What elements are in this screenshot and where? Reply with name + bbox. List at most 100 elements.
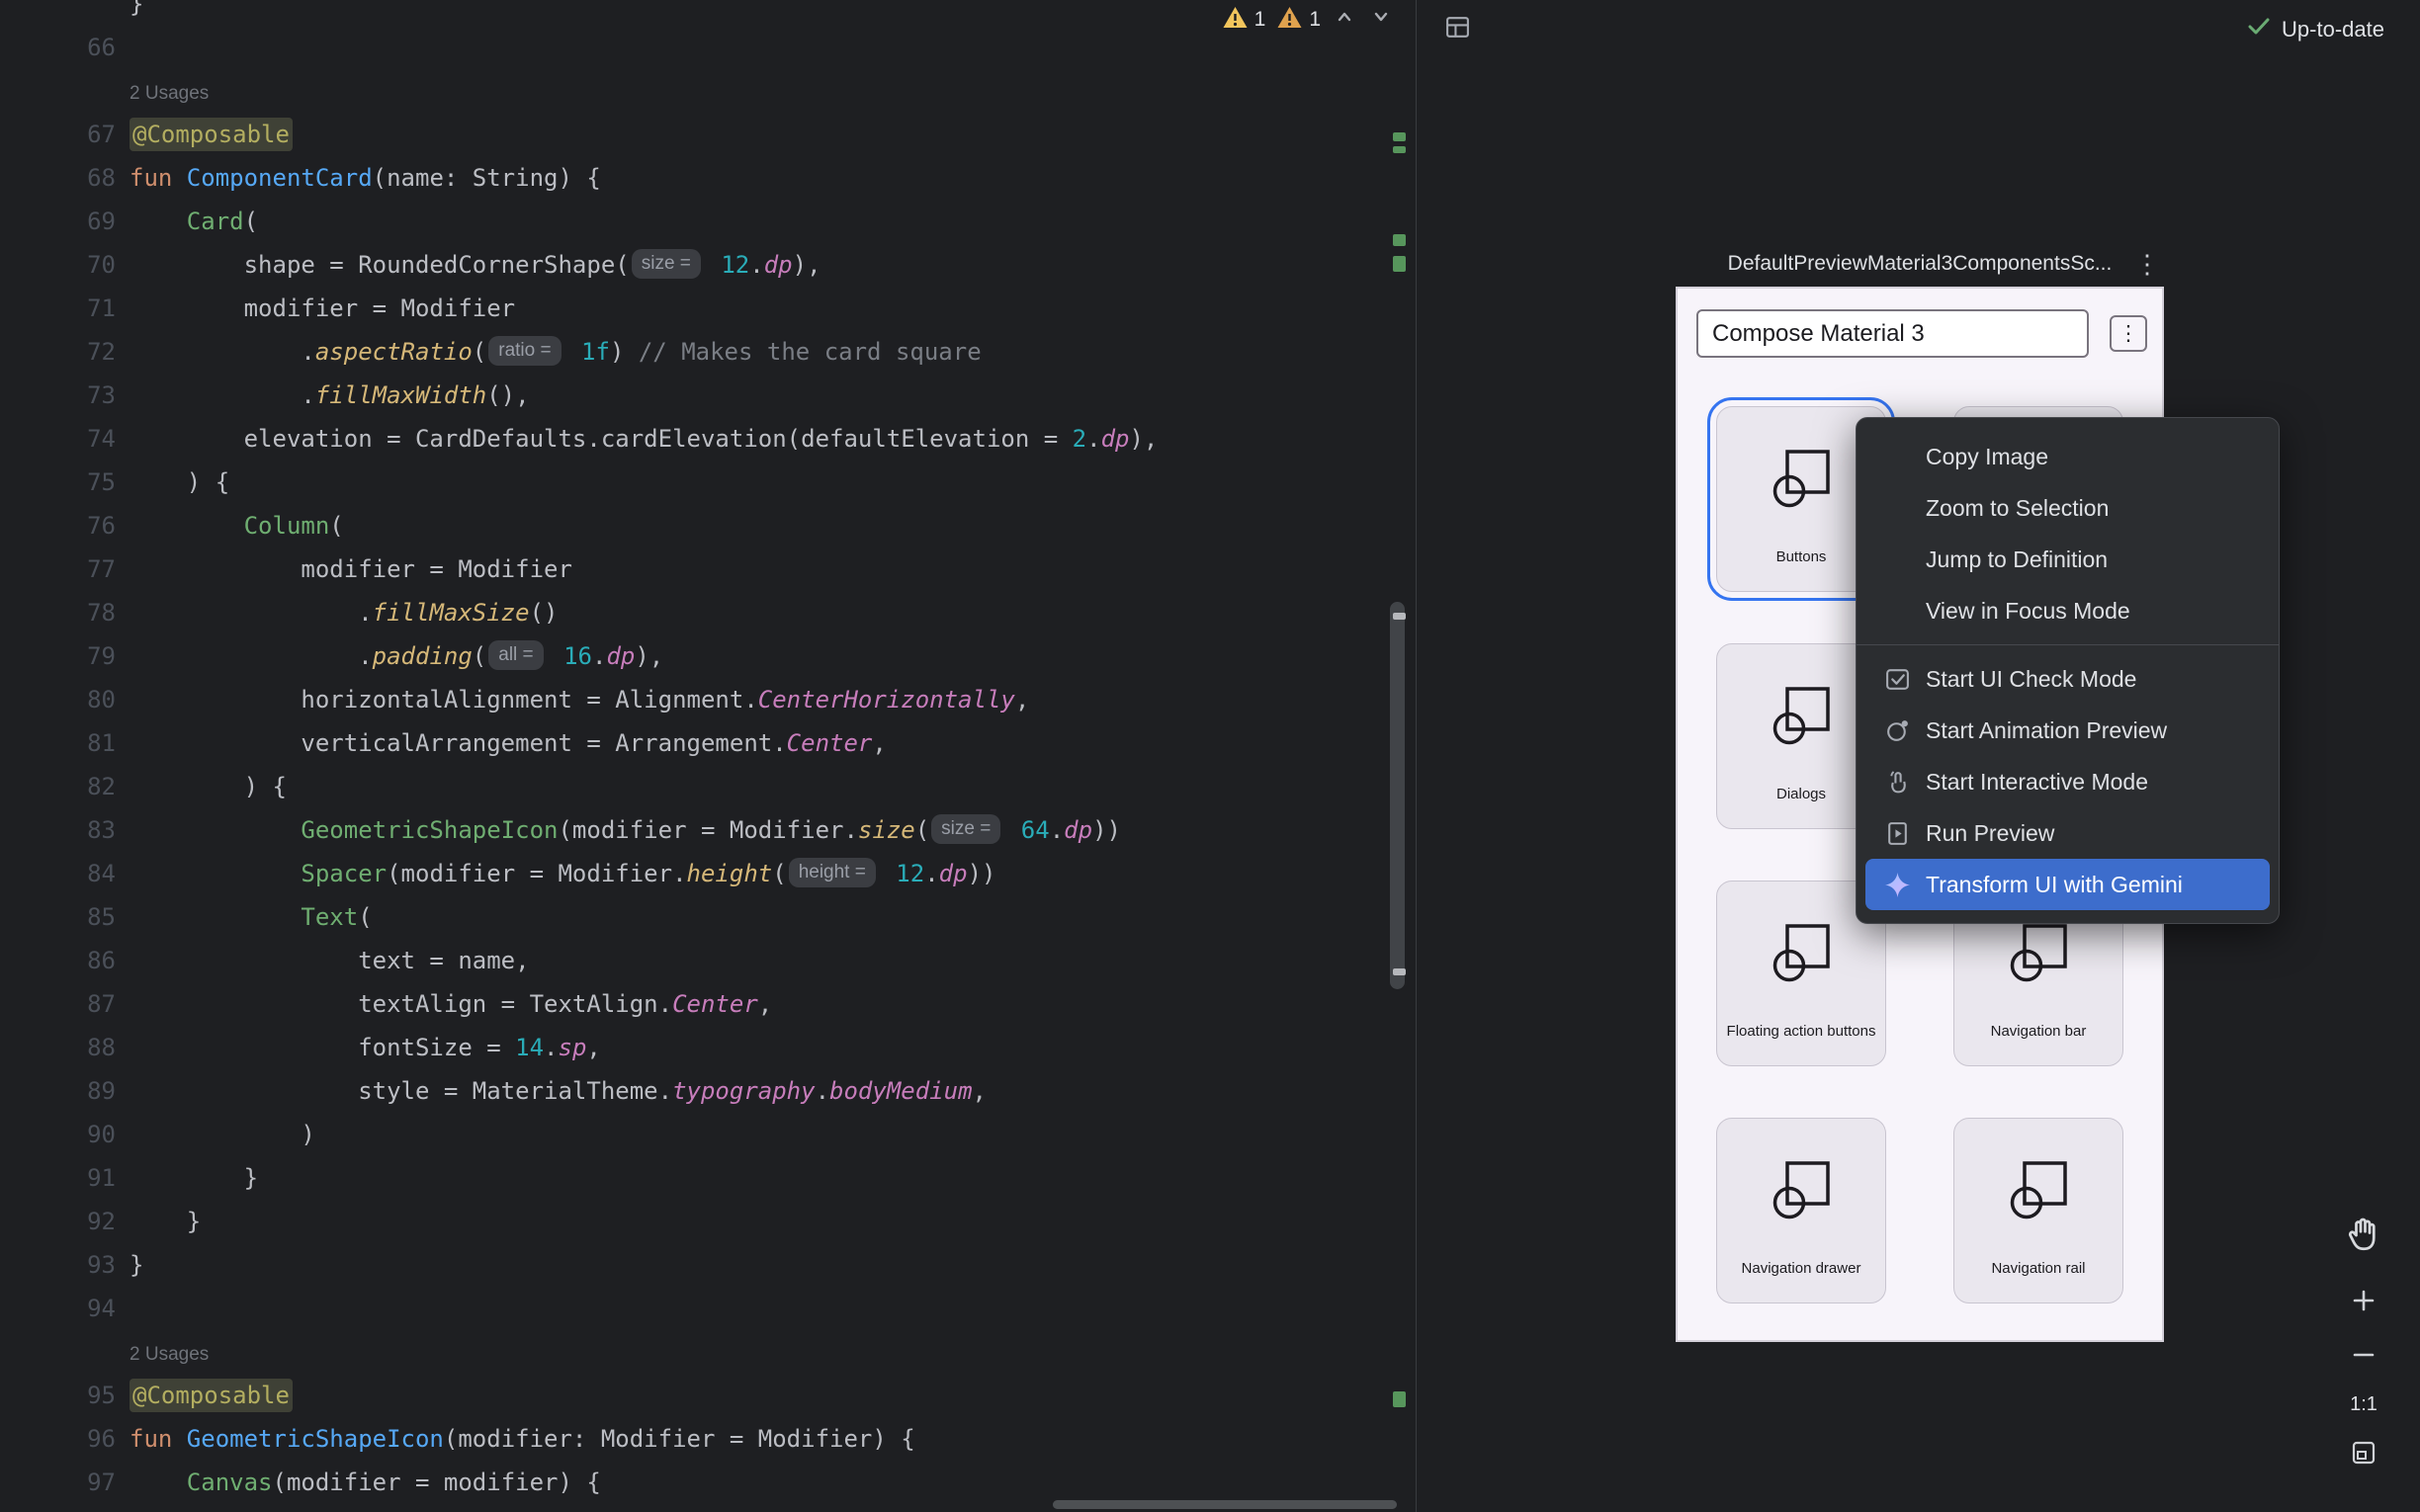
code-token: Canvas — [187, 1469, 273, 1496]
line-number: 81 — [0, 721, 116, 765]
editor-layout-icon[interactable] — [1444, 14, 1471, 45]
pan-hand-icon[interactable] — [2341, 1216, 2386, 1255]
usages-inlay-hint[interactable]: 2 Usages — [130, 1344, 209, 1365]
code-line[interactable]: 66 — [0, 26, 1416, 69]
code-line[interactable]: 89 style = MaterialTheme.typography.body… — [0, 1069, 1416, 1113]
code-line[interactable]: 73 .fillMaxWidth(), — [0, 374, 1416, 417]
editor-vertical-scrollbar[interactable] — [1390, 602, 1405, 989]
line-number: 74 — [0, 417, 116, 461]
component-card-label: Navigation drawer — [1717, 1260, 1885, 1277]
inlay-hint-row[interactable]: 2 Usages — [0, 69, 1416, 113]
code-line[interactable]: 96fun GeometricShapeIcon(modifier: Modif… — [0, 1417, 1416, 1461]
code-line[interactable]: 97 Canvas(modifier = modifier) { — [0, 1461, 1416, 1504]
code-line[interactable]: 95@Composable — [0, 1374, 1416, 1417]
zoom-out-icon[interactable] — [2341, 1340, 2386, 1370]
code-token: . — [924, 860, 938, 887]
code-line[interactable]: 83 GeometricShapeIcon(modifier = Modifie… — [0, 808, 1416, 852]
line-number: 77 — [0, 547, 116, 591]
inlay-hint-row[interactable]: 2 Usages — [0, 1330, 1416, 1374]
next-highlight-button[interactable] — [1368, 4, 1394, 36]
code-token — [550, 642, 563, 670]
menu-item-start-animation-preview[interactable]: Start Animation Preview — [1865, 705, 2270, 756]
code-line[interactable]: 78 .fillMaxSize() — [0, 591, 1416, 634]
stripe-mark — [1393, 968, 1406, 975]
warnings-group[interactable]: 1 — [1222, 5, 1266, 36]
code-line[interactable]: 93} — [0, 1243, 1416, 1287]
code-line[interactable]: 70 shape = RoundedCornerShape(size = 12.… — [0, 243, 1416, 287]
code-token — [567, 338, 581, 366]
inspection-widget[interactable]: 1 1 — [1222, 4, 1394, 36]
component-card-label: Navigation bar — [1954, 1023, 2122, 1040]
blank-icon — [1882, 493, 1912, 523]
code-line[interactable]: 79 .padding(all = 16.dp), — [0, 634, 1416, 678]
code-token: . — [592, 642, 606, 670]
code-token: ) { — [130, 468, 229, 496]
menu-item-jump-to-definition[interactable]: Jump to Definition — [1865, 534, 2270, 585]
code-line[interactable]: 84 Spacer(modifier = Modifier.height(hei… — [0, 852, 1416, 895]
line-number: 87 — [0, 982, 116, 1026]
code-token: )) — [1092, 816, 1121, 844]
menu-item-label: View in Focus Mode — [1926, 598, 2130, 625]
kebab-menu-icon[interactable]: ⋮ — [2132, 247, 2162, 281]
code-line[interactable]: 67@Composable — [0, 113, 1416, 156]
code-line-text: @Composable — [130, 113, 293, 156]
code-line[interactable]: 68fun ComponentCard(name: String) { — [0, 156, 1416, 200]
code-line[interactable]: } — [0, 0, 1416, 26]
code-line[interactable]: 71 modifier = Modifier — [0, 287, 1416, 330]
menu-item-zoom-to-selection[interactable]: Zoom to Selection — [1865, 482, 2270, 534]
editor-horizontal-scrollbar[interactable] — [1053, 1500, 1397, 1509]
line-number: 88 — [0, 1026, 116, 1069]
code-editor[interactable]: }662 Usages67@Composable68fun ComponentC… — [0, 0, 1416, 1512]
sync-status[interactable]: Up-to-date — [2246, 14, 2384, 45]
zoom-ratio-label[interactable]: 1:1 — [2341, 1393, 2386, 1416]
weak-warnings-group[interactable]: 1 — [1276, 5, 1321, 36]
code-line[interactable]: 77 modifier = Modifier — [0, 547, 1416, 591]
code-line[interactable]: 74 elevation = CardDefaults.cardElevatio… — [0, 417, 1416, 461]
line-number — [0, 0, 116, 26]
code-token: Column — [244, 512, 330, 540]
code-line[interactable]: 94 — [0, 1287, 1416, 1330]
line-number: 93 — [0, 1243, 116, 1287]
code-token — [130, 1469, 187, 1496]
code-line[interactable]: 88 fontSize = 14.sp, — [0, 1026, 1416, 1069]
code-token: Card — [187, 208, 244, 235]
code-line[interactable]: 87 textAlign = TextAlign.Center, — [0, 982, 1416, 1026]
code-line[interactable]: 69 Card( — [0, 200, 1416, 243]
code-line[interactable]: 80 horizontalAlignment = Alignment.Cente… — [0, 678, 1416, 721]
menu-item-transform-ui-with-gemini[interactable]: Transform UI with Gemini — [1865, 859, 2270, 910]
menu-item-label: Run Preview — [1926, 820, 2054, 847]
code-line-text: Text( — [130, 895, 373, 939]
menu-item-run-preview[interactable]: Run Preview — [1865, 807, 2270, 859]
menu-item-view-in-focus-mode[interactable]: View in Focus Mode — [1865, 585, 2270, 636]
code-token: 14 — [515, 1034, 544, 1061]
code-line[interactable]: 86 text = name, — [0, 939, 1416, 982]
geometric-shape-icon — [1771, 1160, 1832, 1226]
component-card-navigation-rail[interactable]: Navigation rail — [1953, 1118, 2123, 1303]
menu-item-copy-image[interactable]: Copy Image — [1865, 431, 2270, 482]
code-token: , — [586, 1034, 600, 1061]
stripe-mark — [1393, 613, 1406, 620]
menu-item-start-ui-check-mode[interactable]: Start UI Check Mode — [1865, 653, 2270, 705]
code-line[interactable]: 82 ) { — [0, 765, 1416, 808]
menu-item-start-interactive-mode[interactable]: Start Interactive Mode — [1865, 756, 2270, 807]
code-line[interactable]: 75 ) { — [0, 461, 1416, 504]
code-line[interactable]: 72 .aspectRatio(ratio = 1f) // Makes the… — [0, 330, 1416, 374]
code-line[interactable]: 76 Column( — [0, 504, 1416, 547]
split-divider[interactable] — [1416, 0, 1417, 1512]
component-card-navigation-drawer[interactable]: Navigation drawer — [1716, 1118, 1886, 1303]
code-line[interactable]: 90 ) — [0, 1113, 1416, 1156]
line-number: 83 — [0, 808, 116, 852]
code-line[interactable]: 92 } — [0, 1200, 1416, 1243]
gemini-icon — [1882, 870, 1912, 899]
line-number: 86 — [0, 939, 116, 982]
code-line-text: } — [130, 1243, 143, 1287]
previous-highlight-button[interactable] — [1332, 4, 1357, 36]
component-card-label: Navigation rail — [1954, 1260, 2122, 1277]
code-token: . — [130, 381, 315, 409]
code-line[interactable]: 91 } — [0, 1156, 1416, 1200]
code-line[interactable]: 81 verticalArrangement = Arrangement.Cen… — [0, 721, 1416, 765]
zoom-in-icon[interactable] — [2341, 1286, 2386, 1315]
fit-to-screen-icon[interactable] — [2341, 1439, 2386, 1467]
usages-inlay-hint[interactable]: 2 Usages — [130, 83, 209, 104]
code-line[interactable]: 85 Text( — [0, 895, 1416, 939]
